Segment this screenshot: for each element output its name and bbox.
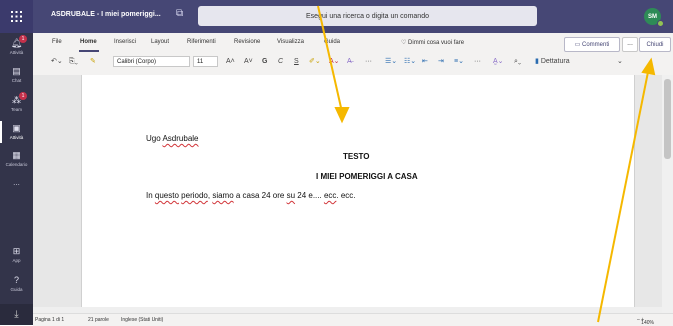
dictate-button[interactable]: ▮ Dettatura	[535, 55, 570, 69]
document-body: In questo periodo, siamo a casa 24 ore s…	[146, 191, 356, 200]
document-subheading: I MIEI POMERIGGI A CASA	[316, 172, 418, 181]
paste-icon[interactable]: ⎘⌄	[69, 55, 78, 69]
calendar-icon: ▦	[12, 150, 21, 160]
presence-indicator	[657, 20, 664, 27]
document-heading: TESTO	[343, 152, 370, 161]
document-workspace: Ugo Asdrubale TESTO I MIEI POMERIGGI A C…	[33, 75, 673, 313]
status-bar: Pagina 1 di 1 21 parole Inglese (Stati U…	[33, 313, 673, 326]
document-page[interactable]: Ugo Asdrubale TESTO I MIEI POMERIGGI A C…	[81, 75, 635, 313]
rail-item-label: App	[12, 258, 21, 263]
more-options-button[interactable]: ...	[622, 37, 638, 52]
notification-badge: 1	[19, 35, 27, 43]
tab-help[interactable]: Guida	[324, 39, 340, 45]
lightbulb-icon: ♡	[401, 40, 409, 46]
apps-icon: ⊞	[12, 246, 21, 256]
comments-button[interactable]: ▭ Commenti	[564, 37, 620, 52]
tab-insert[interactable]: Inserisci	[114, 39, 136, 45]
help-icon: ?	[13, 275, 19, 285]
close-button[interactable]: Chiudi	[639, 37, 671, 52]
microphone-icon: ▮	[535, 58, 539, 65]
zoom-level[interactable]: – 140% +	[637, 317, 654, 326]
italic-icon[interactable]: C	[278, 55, 283, 69]
rail-item-calendar[interactable]: ▦ Calendario	[0, 150, 33, 167]
tab-references[interactable]: Riferimenti	[187, 39, 216, 45]
title-bar: ASDRUBALE - I miei pomeriggi... ⧉ Esegui…	[0, 0, 673, 33]
rail-item-help[interactable]: ? Guida	[0, 275, 33, 292]
more-icon[interactable]: ···	[365, 55, 372, 69]
rail-item-label: Attività	[9, 135, 24, 140]
rail-item-label: Team	[10, 107, 22, 112]
outdent-icon[interactable]: ⇤	[422, 55, 428, 69]
rail-item-assignments[interactable]: ▣ Attività	[0, 121, 33, 143]
ribbon: File Home Inserisci Layout Riferimenti R…	[33, 33, 673, 76]
numbering-icon[interactable]: ☷⌄	[404, 55, 416, 69]
undo-icon[interactable]: ↶⌄	[51, 55, 63, 69]
align-icon[interactable]: ≡⌄	[454, 55, 464, 69]
highlight-icon[interactable]: ✐⌄	[309, 55, 321, 69]
misspelled-word: Asdrubale	[162, 134, 199, 143]
chat-icon: ▤	[12, 66, 21, 76]
download-icon[interactable]: ⤓	[0, 304, 33, 325]
tab-layout[interactable]: Layout	[151, 39, 169, 45]
tab-home[interactable]: Home	[80, 39, 97, 45]
underline-icon[interactable]: S	[294, 55, 299, 69]
font-size-select[interactable]: 11	[193, 56, 218, 67]
rail-item-label: Calendario	[5, 162, 28, 167]
styles-icon[interactable]: A̰⌄	[493, 55, 504, 69]
word-count: 21 parole	[88, 317, 109, 323]
tab-review[interactable]: Revisione	[234, 39, 260, 45]
shrink-font-icon[interactable]: A˅	[244, 55, 253, 69]
rail-item-team[interactable]: ⁂ 1 Team	[0, 92, 33, 112]
formatting-toolbar: ↶⌄ ⎘⌄ ✎ Calibri (Corpo) 11 A˄ A˅ G C S ✐…	[33, 55, 673, 69]
rail-item-label: Guida	[10, 287, 23, 292]
app-launcher-icon[interactable]	[0, 0, 33, 33]
tell-me-input[interactable]: ♡ Dimmi cosa vuoi fare	[401, 39, 464, 46]
tab-view[interactable]: Visualizza	[277, 39, 304, 45]
app-rail: 🔔︎ 1 Attività ▤ Chat ⁂ 1 Team ▣ Attività…	[0, 33, 33, 325]
font-name-select[interactable]: Calibri (Corpo)	[113, 56, 190, 67]
rail-item-apps[interactable]: ⊞ App	[0, 246, 33, 263]
document-title: ASDRUBALE - I miei pomeriggi...	[51, 11, 161, 18]
font-color-icon[interactable]: A⌄	[329, 55, 340, 69]
comment-icon: ▭	[574, 42, 582, 48]
indent-icon[interactable]: ⇥	[438, 55, 444, 69]
notification-badge: 1	[19, 92, 27, 100]
grow-font-icon[interactable]: A˄	[226, 55, 235, 69]
find-icon[interactable]: ⌕⌄	[514, 55, 521, 69]
page-count: Pagina 1 di 1	[35, 317, 65, 323]
rail-item-label: Attività	[9, 50, 24, 55]
clear-format-icon[interactable]: A̶	[347, 55, 352, 69]
bold-icon[interactable]: G	[262, 55, 267, 69]
document-author: Ugo Asdrubale	[146, 134, 199, 143]
tab-file[interactable]: File	[52, 39, 62, 45]
rail-more-button[interactable]: ...	[0, 178, 33, 187]
scroll-thumb[interactable]	[664, 79, 671, 159]
format-painter-icon[interactable]: ✎	[90, 55, 96, 69]
assignments-icon: ▣	[12, 123, 21, 133]
bullets-icon[interactable]: ☰⌄	[385, 55, 397, 69]
active-tab-indicator	[79, 50, 99, 52]
vertical-scrollbar[interactable]	[662, 75, 673, 313]
rail-item-label: Chat	[11, 78, 22, 83]
rail-item-chat[interactable]: ▤ Chat	[0, 66, 33, 83]
rail-item-activity[interactable]: 🔔︎ 1 Attività	[0, 35, 33, 55]
search-input[interactable]: Esegui una ricerca o digita un comando	[198, 6, 537, 26]
pop-out-icon[interactable]: ⧉	[176, 8, 183, 19]
ribbon-options-icon[interactable]: ⌄	[617, 55, 623, 69]
language-indicator[interactable]: Inglese (Stati Uniti)	[121, 317, 163, 323]
more-icon[interactable]: ···	[474, 55, 481, 69]
